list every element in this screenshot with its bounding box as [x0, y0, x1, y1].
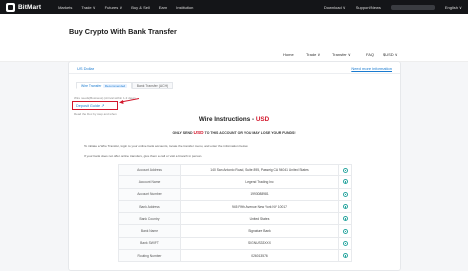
deposit-guide-button[interactable]: Deposit Guide ↗ — [72, 101, 118, 110]
table-row: Account Name Legend Trading Inc — [118, 176, 352, 189]
nav-markets[interactable]: Markets — [58, 5, 72, 10]
copy-icon — [342, 240, 348, 246]
copy-button[interactable] — [339, 189, 351, 200]
copy-icon — [342, 253, 348, 259]
page-header: Buy Crypto With Bank Transfer Home Trade… — [0, 14, 468, 62]
row-label: Routing Number — [119, 250, 181, 262]
copy-icon — [342, 204, 348, 210]
copy-icon — [342, 179, 348, 185]
logo-text: BitMart — [18, 3, 42, 11]
table-row: Account Number 1993088981 — [118, 188, 352, 201]
instructions-paragraph-1: To initiate a Wire Transfer, login to yo… — [84, 144, 249, 148]
tab-ach[interactable]: Bank Transfer (ACH) — [131, 82, 174, 89]
nav-futures[interactable]: Futures ∨ — [105, 5, 123, 10]
more-info-link[interactable]: Need more information — [351, 66, 392, 71]
row-value: Legend Trading Inc — [181, 176, 339, 188]
currency-selector[interactable]: $USD ∨ — [383, 52, 398, 57]
copy-button[interactable] — [339, 238, 351, 249]
row-label: Bank Country — [119, 213, 181, 225]
warning-currency: USD — [193, 131, 204, 136]
copy-icon — [342, 167, 348, 173]
row-value: 026013576 — [181, 250, 339, 262]
page-title: Buy Crypto With Bank Transfer — [69, 27, 177, 36]
tab-wire-transfer[interactable]: Wire Transfer Recommended — [76, 82, 132, 89]
row-label: Account Number — [119, 188, 181, 200]
warning-post: TO THIS ACCOUNT OR YOU MAY LOSE YOUR FUN… — [203, 131, 296, 135]
row-label: Bank SWIFT — [119, 237, 181, 250]
copy-icon — [342, 191, 348, 197]
table-row: Routing Number 026013576 — [118, 250, 352, 263]
card-header: US Dollar Need more information — [69, 62, 400, 74]
nav-support[interactable]: Support/News — [356, 5, 381, 10]
copy-button[interactable] — [339, 165, 351, 175]
wire-details-table: Account Address 140 San Antonio Road, Su… — [118, 164, 352, 263]
tab-ach-label: Bank Transfer (ACH) — [136, 83, 169, 88]
logo-icon — [6, 2, 15, 12]
copy-button[interactable] — [339, 225, 351, 236]
copy-button[interactable] — [339, 213, 351, 224]
tab-wire-label: Wire Transfer — [81, 83, 102, 88]
wire-instructions-title: Wire Instructions - USD — [0, 116, 468, 123]
row-value: SIGNUS33XXX — [181, 237, 339, 250]
subnav-faq[interactable]: FAQ — [366, 52, 374, 57]
copy-icon — [342, 216, 348, 222]
copy-icon — [342, 228, 348, 234]
nav-institution[interactable]: Institution — [176, 5, 193, 10]
language-selector[interactable]: English ∨ — [445, 5, 462, 10]
nav-download[interactable]: Download ∨ — [324, 5, 346, 10]
row-label: Bank Address — [119, 200, 181, 213]
instructions-paragraph-2: If your bank does not offer online trans… — [84, 154, 203, 158]
table-row: Bank Country United States — [118, 213, 352, 226]
nav-buy-sell[interactable]: Buy & Sell — [131, 5, 149, 10]
warning-pre: ONLY SEND — [172, 131, 194, 135]
bitmart-logo[interactable]: BitMart — [6, 2, 42, 12]
copy-button[interactable] — [339, 250, 351, 261]
table-row: Bank Address 945 Fifth Avenue New York N… — [118, 200, 352, 214]
subnav-trade[interactable]: Trade ∨ — [306, 52, 320, 57]
row-value: 945 Fifth Avenue New York NY 10017 — [181, 200, 339, 213]
copy-button[interactable] — [339, 201, 351, 212]
row-value: Signature Bank — [181, 225, 339, 237]
currency-title: US Dollar — [77, 66, 95, 71]
row-label: Account Address — [119, 165, 181, 176]
nav-earn[interactable]: Earn — [159, 5, 167, 10]
row-value: United States — [181, 213, 339, 225]
deposit-guide-label: Deposit Guide ↗ — [76, 104, 105, 108]
row-value: 1993088981 — [181, 188, 339, 200]
table-row: Bank Name Signature Bank — [118, 225, 352, 238]
wire-title-text: Wire Instructions - — [198, 116, 256, 123]
nav-trade[interactable]: Trade ∨ — [81, 5, 95, 10]
account-menu[interactable] — [390, 4, 435, 10]
wire-title-currency: USD — [255, 116, 270, 123]
table-row: Account Address 140 San Antonio Road, Su… — [118, 164, 352, 177]
arrow-left-icon — [119, 98, 140, 104]
table-row: Bank SWIFT SIGNUS33XXX — [118, 237, 352, 251]
row-label: Account Name — [119, 176, 181, 188]
row-value: 140 San Antonio Road, Suite 895, Passeig… — [181, 165, 339, 176]
subnav-transfer[interactable]: Transfer ∨ — [332, 52, 351, 57]
top-navbar: BitMart Markets Trade ∨ Futures ∨ Buy & … — [0, 0, 468, 14]
transfer-tabs: Wire Transfer Recommended Bank Transfer … — [76, 82, 174, 89]
subnav-home[interactable]: Home — [283, 52, 294, 57]
send-warning: ONLY SEND USD TO THIS ACCOUNT OR YOU MAY… — [0, 131, 468, 136]
recommended-badge: Recommended — [103, 83, 127, 88]
copy-button[interactable] — [339, 176, 351, 187]
row-label: Bank Name — [119, 225, 181, 237]
